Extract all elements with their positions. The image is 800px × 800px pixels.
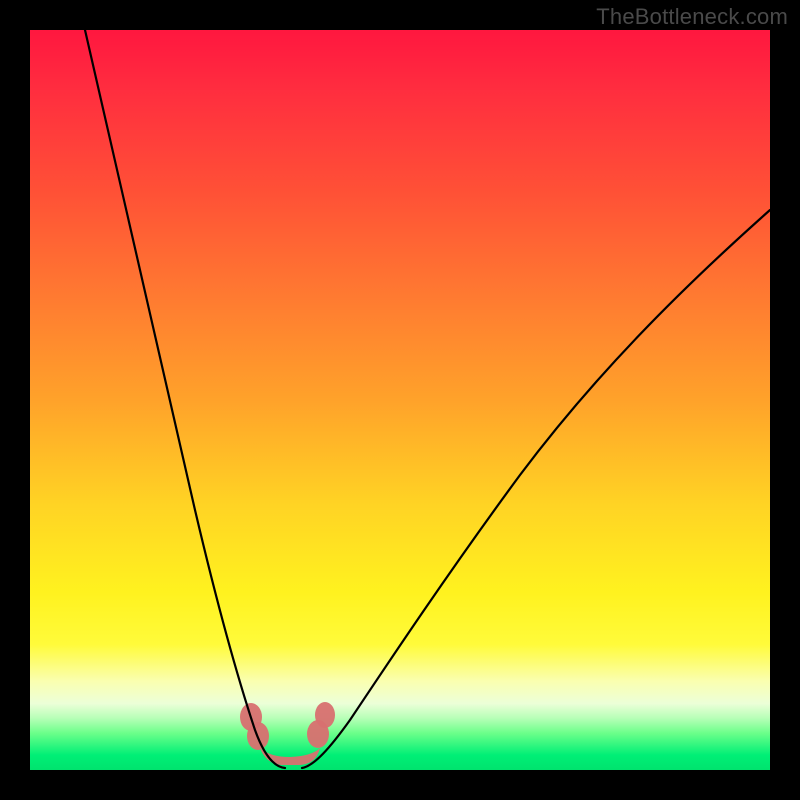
curve-layer: [30, 30, 770, 770]
chart-frame: TheBottleneck.com: [0, 0, 800, 800]
marker-dot: [307, 720, 329, 748]
curve-left-path: [85, 30, 285, 768]
watermark-text: TheBottleneck.com: [596, 4, 788, 30]
curve-right-path: [302, 210, 770, 768]
plot-area: [30, 30, 770, 770]
